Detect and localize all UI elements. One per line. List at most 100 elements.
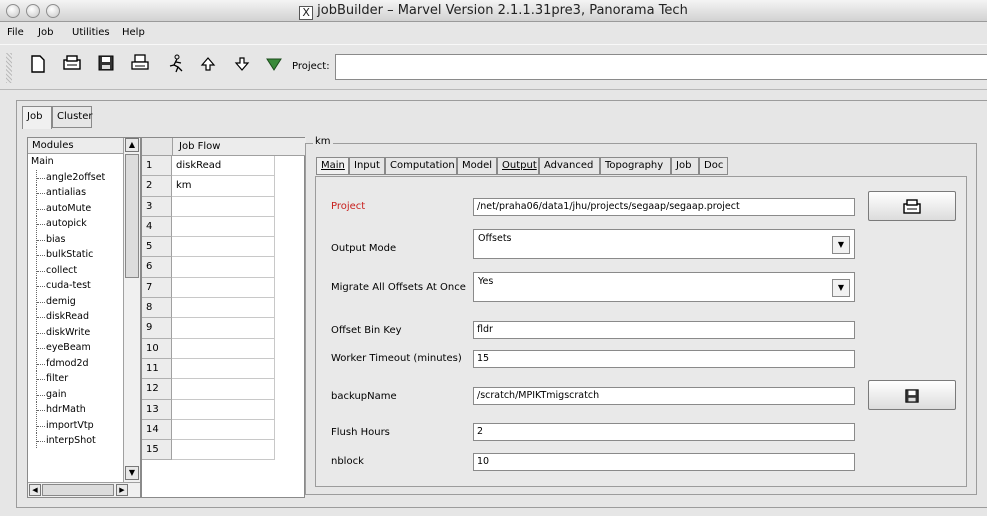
new-document-icon[interactable] bbox=[26, 54, 50, 80]
tab-model[interactable]: Model bbox=[457, 157, 497, 175]
table-row[interactable]: 8 bbox=[142, 298, 306, 319]
list-item[interactable]: demig bbox=[28, 293, 123, 310]
list-item[interactable]: collect bbox=[28, 262, 123, 279]
modules-horizontal-scrollbar[interactable]: ◀ ▶ bbox=[28, 482, 140, 497]
x11-icon: X bbox=[299, 6, 314, 20]
tab-topography[interactable]: Topography bbox=[600, 157, 671, 175]
module-root-main[interactable]: Main bbox=[28, 154, 123, 170]
run-icon[interactable] bbox=[164, 54, 188, 80]
migrate-all-offsets-select[interactable]: Yes ▼ bbox=[473, 272, 855, 302]
offset-bin-key-field[interactable]: fldr bbox=[473, 321, 855, 339]
tab-job-inner[interactable]: Job bbox=[671, 157, 699, 175]
list-item[interactable]: filter bbox=[28, 371, 123, 387]
modules-list: Main angle2offset antialias autoMute aut… bbox=[28, 154, 123, 449]
table-row[interactable]: 9 bbox=[142, 318, 306, 339]
table-row[interactable]: 14 bbox=[142, 419, 306, 441]
list-item[interactable]: bias bbox=[28, 231, 123, 248]
menu-utilities[interactable]: Utilities bbox=[72, 27, 110, 38]
menu-file[interactable]: File bbox=[7, 27, 24, 38]
list-item[interactable]: eyeBeam bbox=[28, 340, 123, 356]
chevron-down-icon[interactable]: ▼ bbox=[832, 236, 850, 254]
list-item[interactable]: antialias bbox=[28, 185, 123, 201]
move-down-icon[interactable] bbox=[230, 54, 254, 80]
migrate-all-offsets-label: Migrate All Offsets At Once bbox=[331, 282, 466, 293]
jobflow-table: Job Flow 1 diskRead 2 km 3 4 5 6 7 8 9 10 … bbox=[141, 137, 306, 498]
save-backup-button[interactable] bbox=[868, 380, 956, 410]
move-up-icon[interactable] bbox=[196, 54, 220, 80]
project-path-field[interactable]: /net/praha06/data1/jhu/projects/segaap/s… bbox=[473, 198, 855, 216]
menu-job[interactable]: Job bbox=[38, 27, 53, 38]
list-item[interactable]: diskRead bbox=[28, 309, 123, 325]
backup-name-field[interactable]: /scratch/MPIKTmigscratch bbox=[473, 387, 855, 405]
tab-doc[interactable]: Doc bbox=[699, 157, 728, 175]
tab-input[interactable]: Input bbox=[349, 157, 385, 175]
list-item[interactable]: bulkStatic bbox=[28, 247, 123, 263]
output-mode-select[interactable]: Offsets ▼ bbox=[473, 229, 855, 259]
tab-computation[interactable]: Computation bbox=[385, 157, 457, 175]
open-icon bbox=[903, 198, 921, 214]
table-row[interactable]: 13 bbox=[142, 399, 306, 420]
table-row[interactable]: 11 bbox=[142, 358, 306, 380]
print-icon[interactable] bbox=[128, 54, 152, 80]
toolbar-project-input[interactable] bbox=[335, 54, 987, 80]
table-row[interactable]: 10 bbox=[142, 338, 306, 359]
list-item[interactable]: angle2offset bbox=[28, 169, 123, 186]
scroll-right-arrow-icon[interactable]: ▶ bbox=[116, 484, 128, 496]
worker-timeout-label: Worker Timeout (minutes) bbox=[331, 353, 462, 364]
tab-main[interactable]: Main bbox=[316, 157, 349, 175]
table-row[interactable]: 3 bbox=[142, 196, 306, 217]
window-title: jobBuilder – Marvel Version 2.1.1.31pre3… bbox=[317, 3, 688, 18]
flush-hours-field[interactable]: 2 bbox=[473, 423, 855, 441]
tab-cluster[interactable]: Cluster bbox=[52, 106, 93, 128]
menu-bar: File Job Utilities Help bbox=[0, 22, 987, 44]
scroll-left-arrow-icon[interactable]: ◀ bbox=[29, 484, 41, 496]
open-project-button[interactable] bbox=[868, 191, 956, 221]
title-bar: XjobBuilder – Marvel Version 2.1.1.31pre… bbox=[0, 0, 987, 22]
table-row[interactable]: 1 diskRead bbox=[142, 156, 306, 177]
list-item[interactable]: interpShot bbox=[28, 433, 123, 449]
list-item[interactable]: hdrMath bbox=[28, 402, 123, 418]
output-mode-label: Output Mode bbox=[331, 243, 397, 254]
tab-job[interactable]: Job bbox=[22, 106, 52, 129]
tab-output[interactable]: Output bbox=[497, 157, 539, 175]
chevron-down-icon[interactable]: ▼ bbox=[832, 279, 850, 297]
table-row[interactable]: 7 bbox=[142, 277, 306, 299]
list-item[interactable]: gain bbox=[28, 386, 123, 403]
table-row[interactable]: 2 km bbox=[142, 176, 306, 197]
window-title-wrap: XjobBuilder – Marvel Version 2.1.1.31pre… bbox=[0, 0, 987, 22]
offset-bin-key-label: Offset Bin Key bbox=[331, 325, 402, 336]
list-item[interactable]: importVtp bbox=[28, 417, 123, 434]
table-row[interactable]: 12 bbox=[142, 379, 306, 400]
horizontal-scroll-thumb[interactable] bbox=[42, 484, 114, 496]
table-row[interactable]: 4 bbox=[142, 216, 306, 238]
table-row[interactable]: 5 bbox=[142, 237, 306, 258]
open-icon[interactable] bbox=[60, 54, 84, 80]
worker-timeout-field[interactable]: 15 bbox=[473, 350, 855, 368]
table-row[interactable]: 15 bbox=[142, 440, 306, 461]
tab-advanced[interactable]: Advanced bbox=[539, 157, 600, 175]
list-item[interactable]: autoMute bbox=[28, 200, 123, 217]
filter-icon[interactable] bbox=[262, 54, 286, 80]
save-icon bbox=[905, 388, 919, 403]
nblock-label: nblock bbox=[331, 456, 364, 467]
km-group-label: km bbox=[313, 136, 333, 147]
list-item[interactable]: fdmod2d bbox=[28, 355, 123, 372]
toolbar-project-label: Project: bbox=[292, 61, 330, 72]
output-mode-value: Offsets bbox=[478, 233, 512, 244]
toolbar: Project: bbox=[0, 44, 987, 90]
list-item[interactable]: cuda-test bbox=[28, 278, 123, 294]
save-icon[interactable] bbox=[94, 54, 118, 80]
jobflow-header: Job Flow bbox=[172, 138, 306, 156]
list-item[interactable]: autopick bbox=[28, 216, 123, 232]
scroll-thumb[interactable] bbox=[125, 154, 139, 278]
modules-vertical-scrollbar[interactable]: ▲ ▼ bbox=[123, 138, 140, 482]
scroll-down-arrow-icon[interactable]: ▼ bbox=[125, 466, 139, 480]
jobflow-corner bbox=[142, 138, 172, 156]
table-row[interactable]: 6 bbox=[142, 257, 306, 278]
list-item[interactable]: diskWrite bbox=[28, 324, 123, 341]
scroll-up-arrow-icon[interactable]: ▲ bbox=[125, 138, 139, 152]
toolbar-grip[interactable] bbox=[6, 53, 12, 83]
nblock-field[interactable]: 10 bbox=[473, 453, 855, 471]
menu-help[interactable]: Help bbox=[122, 27, 145, 38]
flush-hours-label: Flush Hours bbox=[331, 427, 390, 438]
